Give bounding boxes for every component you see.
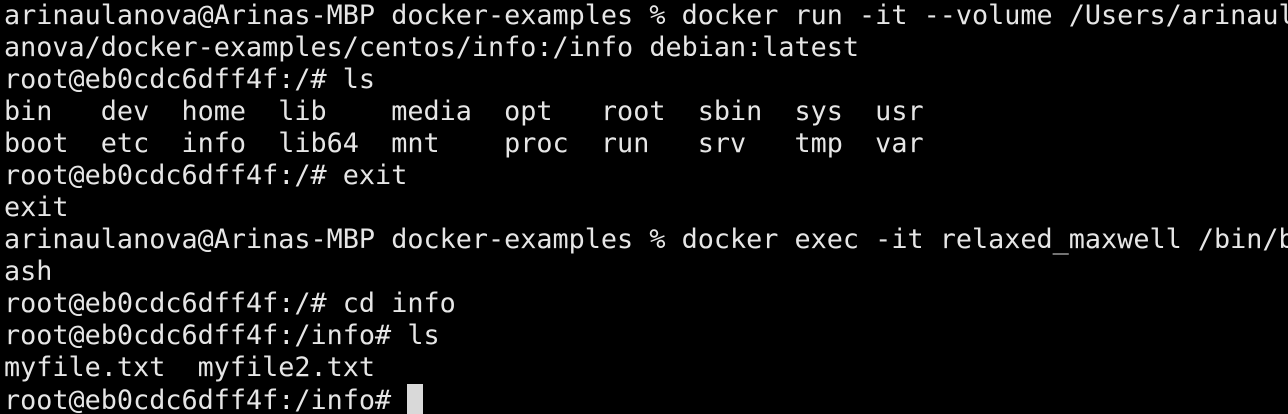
shell-prompt: root@eb0cdc6dff4f:/info#	[4, 385, 392, 414]
terminal-line: exit	[4, 192, 69, 223]
terminal-line: arinaulanova@Arinas-MBP docker-examples …	[4, 224, 1288, 255]
terminal-line: root@eb0cdc6dff4f:/# exit	[4, 160, 408, 191]
terminal-line: boot etc info lib64 mnt proc run srv tmp…	[4, 128, 924, 159]
terminal-input-line[interactable]: root@eb0cdc6dff4f:/info#	[4, 384, 1288, 414]
terminal-line: root@eb0cdc6dff4f:/# ls	[4, 64, 376, 95]
terminal-line: arinaulanova@Arinas-MBP docker-examples …	[4, 0, 1288, 31]
terminal-line: myfile.txt myfile2.txt	[4, 352, 376, 383]
terminal-line: anova/docker-examples/centos/info:/info …	[4, 32, 860, 63]
text-cursor[interactable]	[407, 384, 424, 414]
terminal-line: ash	[4, 256, 53, 287]
terminal-window[interactable]: arinaulanova@Arinas-MBP docker-examples …	[0, 0, 1288, 414]
terminal-line: bin dev home lib media opt root sbin sys…	[4, 96, 924, 127]
terminal-line: root@eb0cdc6dff4f:/# cd info	[4, 288, 456, 319]
terminal-line: root@eb0cdc6dff4f:/info# ls	[4, 320, 440, 351]
